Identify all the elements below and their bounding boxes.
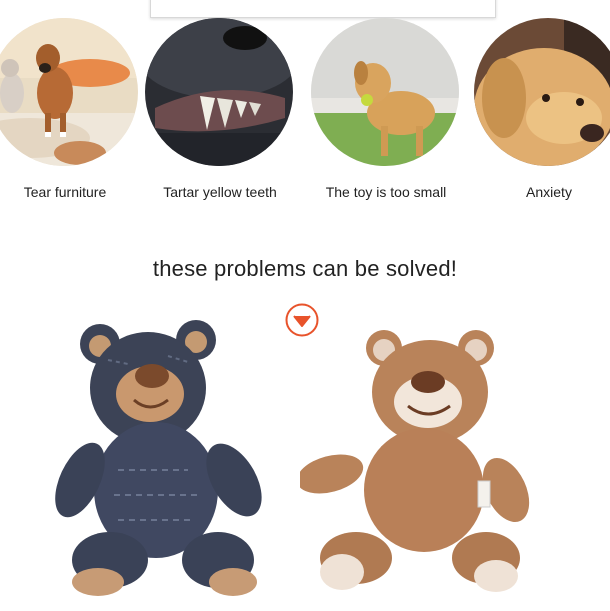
- caption-toy-too-small: The toy is too small: [325, 184, 447, 200]
- sad-dog-photo: [474, 18, 610, 166]
- problem-anxiety: Anxiety: [474, 18, 610, 208]
- problem-toy-too-small: The toy is too small: [311, 18, 461, 208]
- problem-tear-furniture: Tear furniture: [0, 18, 140, 208]
- problem-tartar-teeth: Tartar yellow teeth: [145, 18, 295, 208]
- caption-anxiety: Anxiety: [526, 184, 572, 200]
- denim-bear-image: [48, 320, 272, 605]
- dog-on-couch-photo: [0, 18, 138, 166]
- dog-with-ball-photo: [311, 18, 459, 166]
- dog-teeth-photo: [145, 18, 293, 166]
- headline: these problems can be solved!: [152, 256, 458, 281]
- caption-tear-furniture: Tear furniture: [23, 184, 107, 200]
- brown-bear-image: [296, 326, 532, 606]
- top-banner: [150, 0, 496, 18]
- caption-tartar-teeth: Tartar yellow teeth: [163, 184, 277, 200]
